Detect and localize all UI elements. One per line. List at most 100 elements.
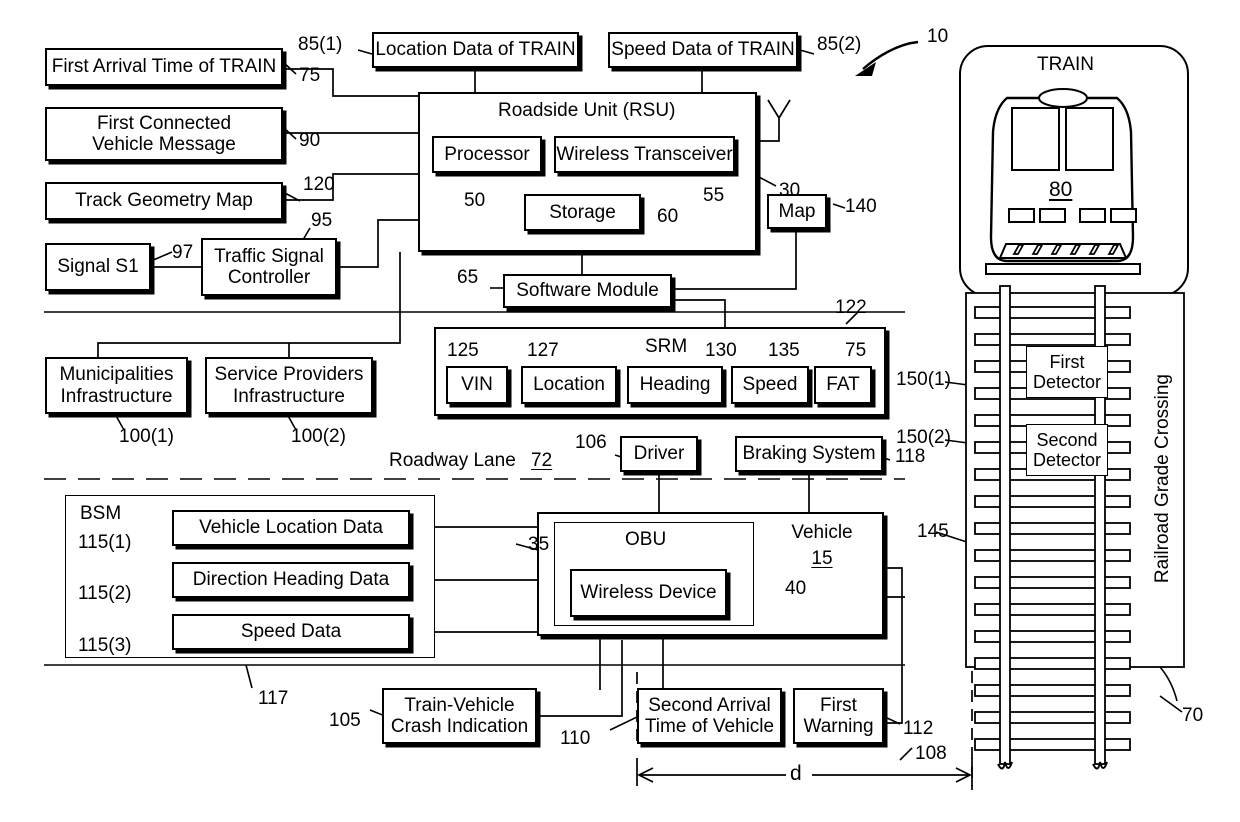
crash-indication-line1: Train-Vehicle — [404, 694, 515, 716]
roadway-lane-label: Roadway Lane 72 — [389, 450, 552, 472]
first-detector-line2: Detector — [1032, 372, 1102, 392]
ref-118: 118 — [895, 446, 926, 467]
municipalities-line2: Infrastructure — [60, 385, 173, 407]
service-providers-infrastructure-box[interactable]: Service Providers Infrastructure — [205, 357, 373, 414]
processor-box[interactable]: Processor — [432, 136, 542, 173]
train-vehicle-crash-indication-box[interactable]: Train-Vehicle Crash Indication — [382, 688, 537, 744]
service-providers-line1: Service Providers — [214, 364, 364, 386]
distance-label: d — [790, 762, 802, 785]
patent-figure: First Arrival Time of TRAIN 75 First Con… — [0, 0, 1240, 822]
second-detector-box[interactable]: Second Detector — [1026, 424, 1108, 476]
ref-95: 95 — [311, 210, 333, 231]
fcvm-line1: First Connected — [96, 112, 232, 134]
ref-75: 75 — [299, 65, 321, 86]
bsm-title: BSM — [80, 503, 122, 524]
signal-s1-box[interactable]: Signal S1 — [45, 243, 151, 291]
bsm-speed-data-box[interactable]: Speed Data — [172, 614, 410, 650]
ref-10: 10 — [927, 26, 949, 47]
processor-label: Processor — [444, 143, 530, 165]
ref-35: 35 — [528, 534, 550, 555]
ref-115-3: 115(3) — [78, 635, 132, 656]
wireless-device-box[interactable]: Wireless Device — [570, 569, 727, 617]
speed-data-of-train-box[interactable]: Speed Data of TRAIN — [608, 32, 798, 68]
municipalities-infrastructure-box[interactable]: Municipalities Infrastructure — [45, 357, 188, 414]
first-detector-box[interactable]: First Detector — [1026, 346, 1108, 398]
ref-150-2: 150(2) — [896, 427, 951, 448]
srm-vin-label: VIN — [461, 374, 493, 396]
track-geometry-map-label: Track Geometry Map — [75, 190, 253, 212]
map-box[interactable]: Map — [767, 194, 827, 229]
traffic-signal-controller-box[interactable]: Traffic Signal Controller — [201, 238, 337, 296]
ref-110: 110 — [560, 728, 591, 749]
srm-speed-label: Speed — [742, 374, 798, 396]
ref-40: 40 — [785, 578, 807, 599]
second-arrival-time-box[interactable]: Second Arrival Time of Vehicle — [637, 688, 782, 744]
srm-field-fat[interactable]: FAT — [814, 366, 872, 404]
srm-location-label: Location — [533, 374, 605, 396]
location-data-of-train-box[interactable]: Location Data of TRAIN — [372, 32, 579, 68]
braking-system-label: Braking System — [742, 443, 876, 465]
vehicle-label: Vehicle — [791, 522, 853, 543]
ref-55: 55 — [703, 185, 725, 206]
storage-box[interactable]: Storage — [524, 194, 641, 231]
ref-97: 97 — [172, 242, 194, 263]
first-arrival-time-box[interactable]: First Arrival Time of TRAIN — [45, 48, 283, 86]
ref-105: 105 — [329, 710, 361, 731]
srm-field-heading[interactable]: Heading — [627, 366, 723, 404]
signal-s1-label: Signal S1 — [57, 256, 139, 278]
srm-field-speed[interactable]: Speed — [731, 366, 809, 404]
ref-100-2: 100(2) — [291, 426, 346, 447]
rsu-title: Roadside Unit (RSU) — [498, 100, 676, 121]
wireless-transceiver-label: Wireless Transceiver — [556, 143, 733, 165]
bsm-vehicle-location-data-box[interactable]: Vehicle Location Data — [172, 510, 410, 546]
first-detector-line1: First — [1049, 351, 1085, 372]
bsm-item-0-label: Vehicle Location Data — [199, 517, 383, 539]
track-geometry-map-box[interactable]: Track Geometry Map — [45, 182, 283, 220]
ref-90: 90 — [299, 130, 321, 151]
first-warning-box[interactable]: First Warning — [793, 688, 884, 744]
ref-50: 50 — [464, 190, 486, 211]
ref-122: 122 — [835, 297, 867, 318]
ref-117: 117 — [258, 688, 289, 709]
ref-125: 125 — [447, 340, 479, 361]
bsm-item-2-label: Speed Data — [240, 621, 342, 643]
ref-106: 106 — [575, 432, 607, 453]
second-arrival-line2: Time of Vehicle — [644, 716, 775, 737]
srm-field-location[interactable]: Location — [521, 366, 617, 404]
ref-135: 135 — [768, 340, 800, 361]
second-detector-line2: Detector — [1032, 450, 1102, 470]
first-warning-line1: First — [820, 694, 857, 716]
obu-title: OBU — [625, 529, 667, 550]
ref-85-2: 85(2) — [817, 34, 862, 55]
braking-system-box[interactable]: Braking System — [735, 436, 883, 472]
srm-heading-label: Heading — [639, 374, 711, 396]
first-arrival-time-label: First Arrival Time of TRAIN — [51, 56, 277, 78]
srm-fat-label: FAT — [826, 374, 860, 396]
ref-130: 130 — [705, 340, 737, 361]
software-module-box[interactable]: Software Module — [503, 274, 672, 308]
service-providers-line2: Infrastructure — [233, 385, 345, 407]
ref-115-1: 115(1) — [78, 532, 132, 553]
srm-field-vin[interactable]: VIN — [446, 366, 508, 404]
train-title: TRAIN — [1037, 54, 1094, 75]
bsm-direction-heading-data-box[interactable]: Direction Heading Data — [172, 562, 410, 598]
ref-60: 60 — [657, 206, 679, 227]
location-data-label: Location Data of TRAIN — [375, 39, 576, 61]
fcvm-line2: Vehicle Message — [92, 134, 236, 155]
ref-85-1: 85(1) — [298, 34, 343, 55]
first-connected-vehicle-message-box[interactable]: First Connected Vehicle Message — [45, 107, 283, 161]
driver-box[interactable]: Driver — [620, 436, 698, 472]
second-arrival-line1: Second Arrival — [648, 694, 771, 716]
municipalities-line1: Municipalities — [59, 364, 174, 386]
railroad-grade-crossing-label: Railroad Grade Crossing — [1152, 374, 1173, 584]
storage-label: Storage — [549, 201, 616, 223]
second-detector-line1: Second — [1036, 429, 1098, 450]
roadway-lane-text: Roadway Lane — [389, 450, 516, 471]
vehicle-label-group: Vehicle 15 — [787, 522, 857, 570]
wireless-transceiver-box[interactable]: Wireless Transceiver — [554, 136, 735, 173]
driver-label: Driver — [633, 443, 685, 465]
speed-data-label: Speed Data of TRAIN — [611, 39, 795, 61]
wireless-device-label: Wireless Device — [580, 582, 717, 604]
ref-145: 145 — [917, 521, 949, 542]
ref-112: 112 — [903, 718, 934, 739]
